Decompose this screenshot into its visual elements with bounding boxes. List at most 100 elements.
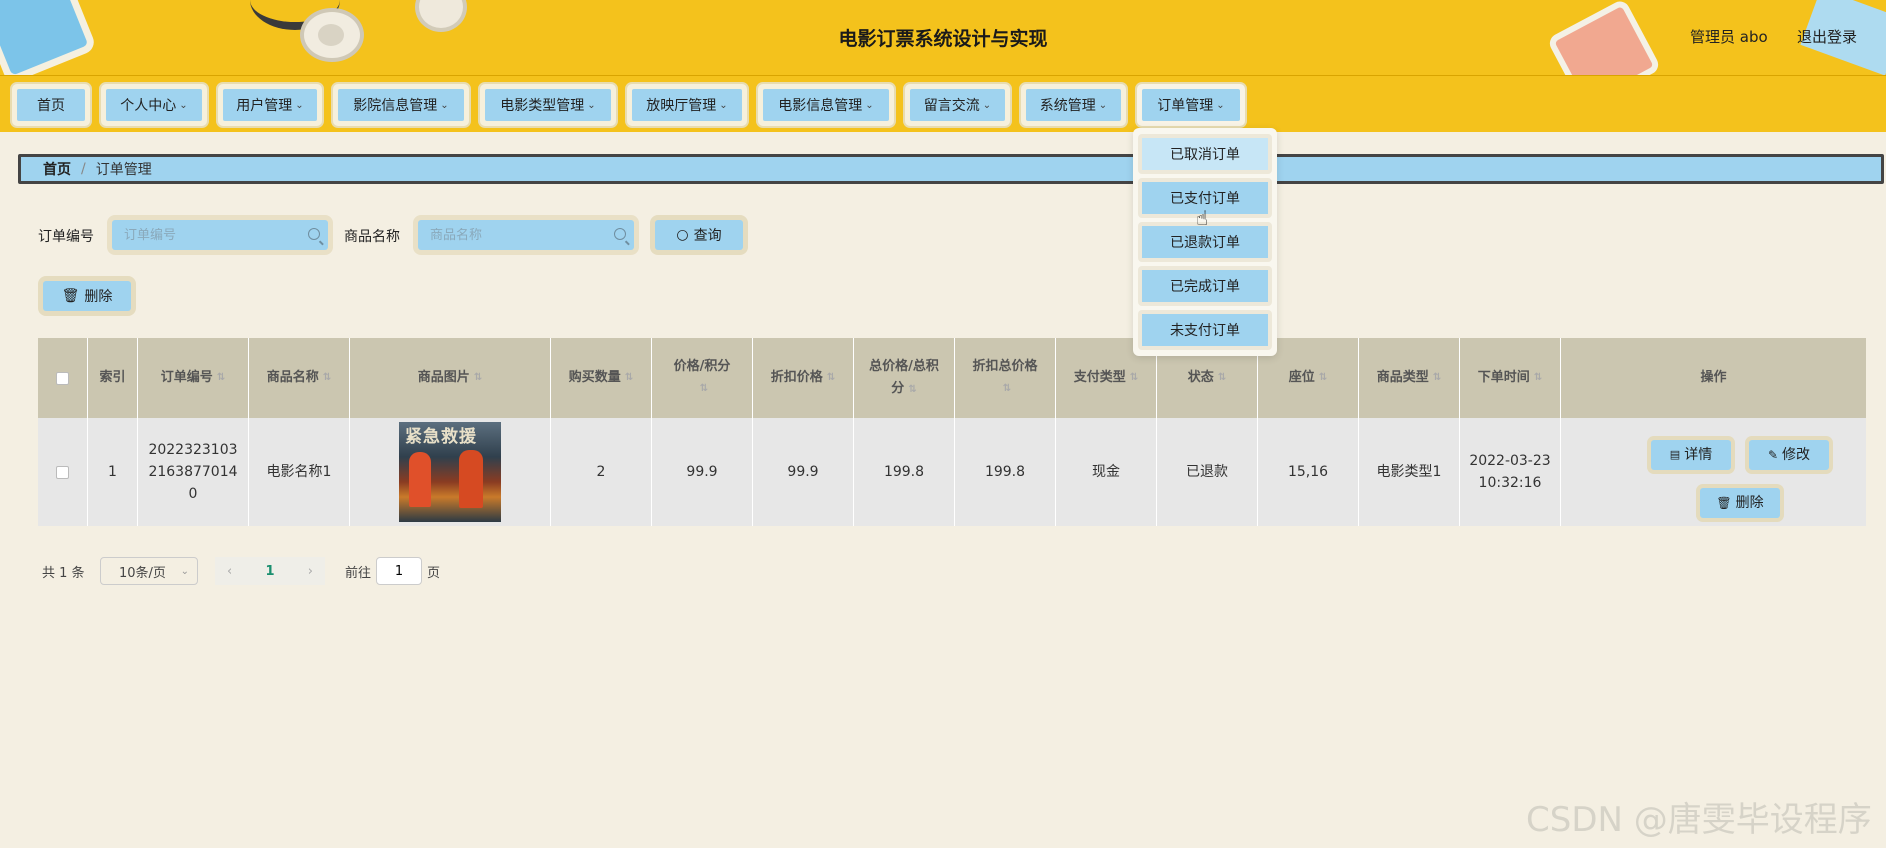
poster-title: 紧急救援 [405,427,477,447]
header-actions: 操作 [1700,370,1727,385]
cell-actions: ▤ 详情 ✎ 修改 🗑 删除 [1561,418,1866,526]
order-no-input[interactable] [124,227,304,243]
nav-item-home[interactable]: 首页 [10,82,92,128]
header-total[interactable]: 总价格/总积分 ⇅ [854,338,955,418]
sort-icon[interactable]: ⇅ [323,367,331,389]
cell-product-type: 电影类型1 [1359,418,1460,526]
order-no-label: 订单编号 [38,229,94,245]
batch-delete-label: 删除 [84,289,113,305]
row-delete-button[interactable]: 🗑 删除 [1696,484,1784,522]
order-no-search-box [107,215,333,255]
header-product-image[interactable]: 商品图片 ⇅ [350,338,551,418]
cell-discount-total: 199.8 [955,418,1056,526]
nav-item-orders[interactable]: 订单管理 ⌄ [1135,82,1247,128]
table-row: 1 2022323103 2163877014 0 电影名称1 紧急救援 2 99.… [38,418,1866,526]
header-product-name[interactable]: 商品名称 ⇅ [249,338,350,418]
select-all-cell [38,338,88,418]
sort-icon[interactable]: ⇅ [625,367,633,389]
sort-icon[interactable]: ⇅ [217,367,225,389]
goto-page-input[interactable] [376,557,422,585]
sort-icon[interactable]: ⇅ [1433,367,1441,389]
page-size-value: 10条/页 [119,565,166,581]
header-discount-total[interactable]: 折扣总价格 ⇅ [955,338,1056,418]
sort-icon[interactable]: ⇅ [1218,367,1226,389]
nav-item-label: 放映厅管理 [646,98,717,114]
prev-page-icon[interactable]: ‹ [227,564,232,579]
edit-button[interactable]: ✎ 修改 [1745,436,1833,474]
breadcrumb-home[interactable]: 首页 [43,159,71,179]
current-page[interactable]: 1 [265,564,274,579]
search-icon [614,228,626,240]
query-button-label: 查询 [693,228,722,244]
breadcrumb-current: 订单管理 [95,162,152,178]
chevron-down-icon: ⌄ [1216,99,1225,111]
site-title: 电影订票系统设计与实现 [838,28,1048,50]
nav-item-label: 用户管理 [236,98,293,114]
nav-item-hall-management[interactable]: 放映厅管理 ⌄ [625,82,749,128]
goto-label: 前往 [345,566,372,581]
orders-dropdown-menu: 已取消订单 已支付订单 已退款订单 已完成订单 未支付订单 [1133,128,1277,356]
nav-item-system[interactable]: 系统管理 ⌄ [1019,82,1128,128]
chevron-down-icon: ⌄ [1098,99,1108,111]
chevron-down-icon: ⌄ [865,99,874,111]
header-order-no[interactable]: 订单编号 ⇅ [138,338,249,418]
detail-button[interactable]: ▤ 详情 [1647,436,1735,474]
row-select-cell [38,418,88,526]
cell-status: 已退款 [1157,418,1258,526]
nav-item-cinema-info[interactable]: 影院信息管理 ⌄ [331,82,471,128]
nav-item-personal-center[interactable]: 个人中心 ⌄ [99,82,209,128]
page-size-select[interactable]: 10条/页 ⌄ [100,557,198,585]
header-price[interactable]: 价格/积分 ⇅ [652,338,753,418]
chevron-down-icon: ⌄ [587,99,596,111]
search-icon [308,228,320,240]
header: 电影订票系统设计与实现 管理员 abo 退出登录 [0,0,1886,76]
main-nav: 首页 个人中心 ⌄ 用户管理 ⌄ 影院信息管理 ⌄ 电影类型管理 ⌄ 放映厅管理 ⌄ 电影… [0,76,1886,132]
chevron-down-icon: ⌄ [180,565,189,577]
nav-item-label: 订单管理 [1157,98,1214,114]
product-name-search-box [413,215,639,255]
chevron-down-icon: ⌄ [982,99,992,111]
sort-icon[interactable]: ⇅ [474,367,482,389]
chevron-down-icon: ⌄ [179,99,188,111]
sort-icon[interactable]: ⇅ [1003,378,1011,400]
nav-item-user-management[interactable]: 用户管理 ⌄ [216,82,324,128]
cell-pay-type: 现金 [1056,418,1157,526]
sort-icon[interactable]: ⇅ [700,378,708,400]
sort-icon[interactable]: ⇅ [1534,367,1542,389]
cell-index: 1 [88,418,138,526]
product-name-label: 商品名称 [344,229,400,245]
menu-item-cancelled-orders[interactable]: 已取消订单 [1138,134,1272,174]
nav-item-label: 电影信息管理 [778,98,863,114]
product-name-input[interactable] [430,227,610,243]
nav-item-movie-info[interactable]: 电影信息管理 ⌄ [756,82,896,128]
nav-item-movie-type[interactable]: 电影类型管理 ⌄ [478,82,618,128]
cell-order-time: 2022-03-23 10:32:16 [1460,418,1561,526]
nav-item-label: 首页 [37,98,65,114]
header-discount-price[interactable]: 折扣价格 ⇅ [753,338,854,418]
menu-item-completed-orders[interactable]: 已完成订单 [1138,266,1272,306]
trash-icon: 🗑 [61,288,80,304]
query-button[interactable]: ○ 查询 [650,215,748,255]
sort-icon[interactable]: ⇅ [908,384,916,395]
nav-item-label: 电影类型管理 [500,98,585,114]
sort-icon[interactable]: ⇅ [1319,367,1327,389]
pagination-total: 共 1 条 [42,566,85,581]
next-page-icon[interactable]: › [308,564,313,579]
movie-poster-image[interactable]: 紧急救援 [399,422,501,522]
nav-item-messages[interactable]: 留言交流 ⌄ [903,82,1012,128]
batch-delete-button[interactable]: 🗑 删除 [38,276,136,316]
select-all-checkbox[interactable] [56,371,69,385]
sort-icon[interactable]: ⇅ [1130,367,1138,389]
sort-icon[interactable]: ⇅ [827,367,835,389]
nav-item-label: 个人中心 [120,98,177,114]
header-order-time[interactable]: 下单时间 ⇅ [1460,338,1561,418]
chevron-down-icon: ⌄ [295,99,304,111]
chevron-down-icon: ⌄ [440,99,449,111]
header-quantity[interactable]: 购买数量 ⇅ [551,338,652,418]
row-checkbox[interactable] [56,465,69,479]
logout-link[interactable]: 退出登录 [1797,26,1857,47]
header-product-type[interactable]: 商品类型 ⇅ [1359,338,1460,418]
goto-suffix: 页 [427,566,441,581]
chevron-down-icon: ⌄ [719,99,728,111]
menu-item-unpaid-orders[interactable]: 未支付订单 [1138,310,1272,350]
